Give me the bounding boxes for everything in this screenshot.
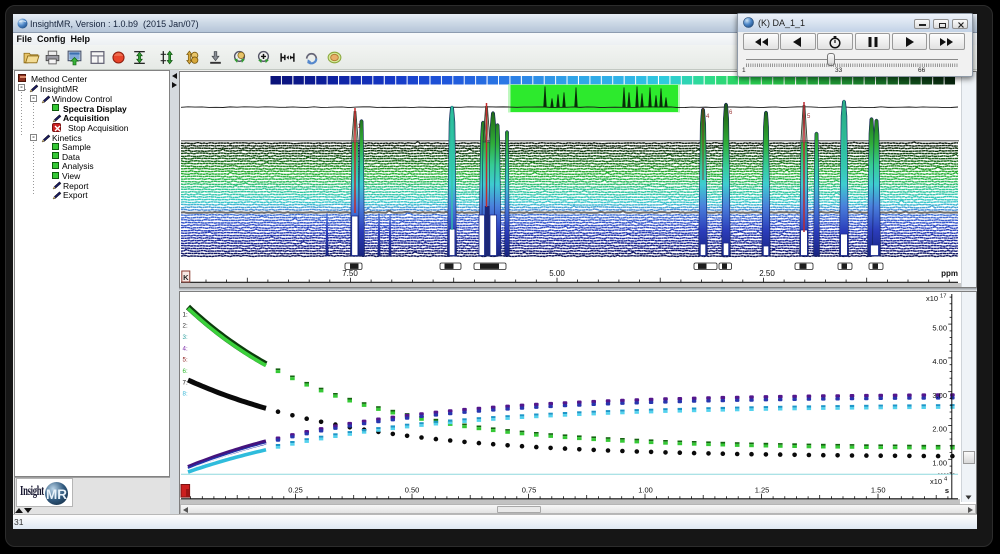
svg-text:MR: MR bbox=[46, 487, 67, 502]
